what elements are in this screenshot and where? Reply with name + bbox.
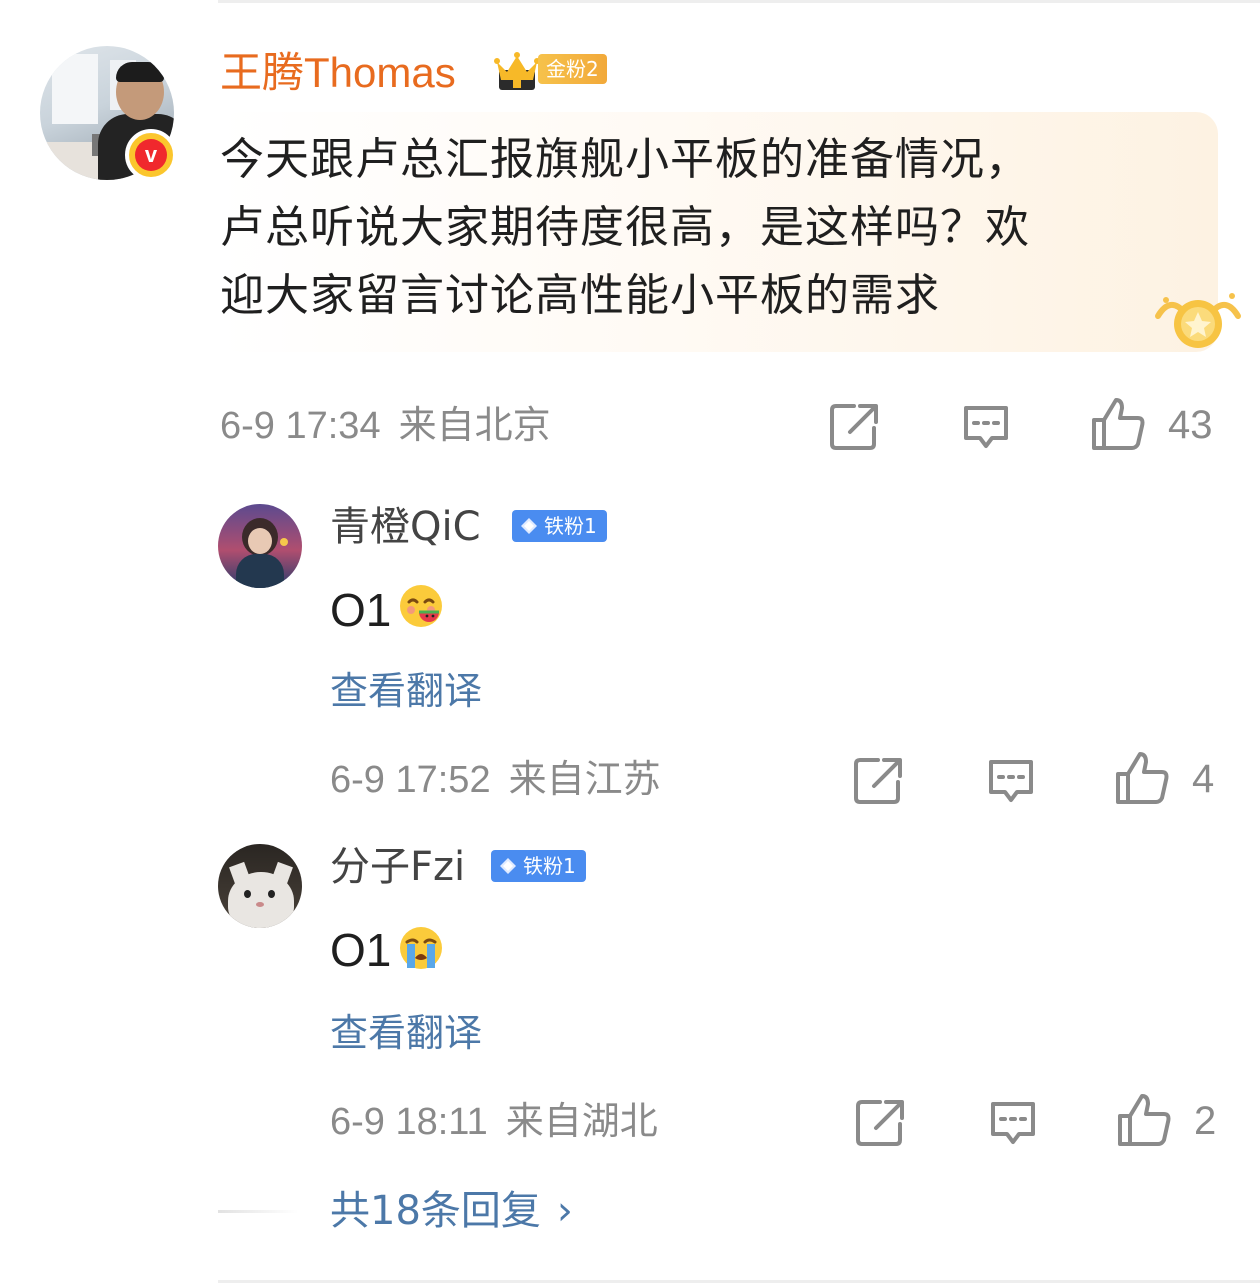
like-count: 43 <box>1168 403 1213 447</box>
author-name[interactable]: 王腾Thomas <box>220 46 456 100</box>
translate-link[interactable]: 查看翻译 <box>330 1010 482 1056</box>
timestamp: 6-9 17:52 <box>330 759 491 801</box>
fan-level-badge: 铁粉1 <box>512 510 607 542</box>
crying-emoji <box>400 927 442 969</box>
thumbs-up-icon[interactable] <box>1090 396 1146 452</box>
reply-text: O1 <box>330 584 392 636</box>
timestamp: 6-9 18:11 <box>330 1101 488 1143</box>
reply-meta: 6-9 17:52 来自江苏 <box>330 756 661 803</box>
reply-avatar[interactable] <box>218 504 302 588</box>
share-icon[interactable] <box>854 1096 906 1148</box>
fan-level-badge: 金粉2 <box>538 54 607 84</box>
location: 来自江苏 <box>508 757 661 801</box>
like-count: 4 <box>1192 757 1215 801</box>
reply-avatar[interactable] <box>218 844 302 928</box>
share-icon[interactable] <box>852 754 904 806</box>
diamond-icon <box>521 518 537 534</box>
location: 来自湖北 <box>505 1099 658 1143</box>
location: 来自北京 <box>398 403 551 447</box>
reply-author[interactable]: 青橙QiC <box>330 502 481 552</box>
like-count: 2 <box>1194 1099 1217 1143</box>
comment-text: 今天跟卢总汇报旗舰小平板的准备情况， 卢总听说大家期待度很高，是这样吗？欢 迎大… <box>220 134 1030 321</box>
crown-icon <box>494 52 540 90</box>
diamond-icon <box>500 858 516 874</box>
timestamp: 6-9 17:34 <box>220 405 381 447</box>
thumbs-up-icon[interactable] <box>1116 1092 1172 1148</box>
watermelon-smile-emoji <box>400 585 442 627</box>
comment-meta: 6-9 17:34 来自北京 <box>220 402 551 449</box>
chevron-right-icon: › <box>556 1188 573 1234</box>
more-replies-link[interactable]: 共18条回复 › <box>330 1186 573 1236</box>
top-divider <box>218 0 1260 3</box>
comment-icon[interactable] <box>960 400 1012 452</box>
reply-meta: 6-9 18:11 来自湖北 <box>330 1098 658 1145</box>
comment-icon[interactable] <box>985 754 1037 806</box>
reply-text: O1 <box>330 924 392 976</box>
thumbs-up-icon[interactable] <box>1114 750 1170 806</box>
bottom-divider <box>218 1280 1260 1283</box>
medal-icon <box>1155 293 1241 348</box>
verified-badge-icon: v <box>125 129 177 181</box>
divider <box>218 1210 298 1213</box>
reply-author[interactable]: 分子Fzi <box>330 842 465 892</box>
fan-level-badge: 铁粉1 <box>491 850 586 882</box>
share-icon[interactable] <box>828 400 880 452</box>
comment-icon[interactable] <box>987 1096 1039 1148</box>
translate-link[interactable]: 查看翻译 <box>330 668 482 714</box>
